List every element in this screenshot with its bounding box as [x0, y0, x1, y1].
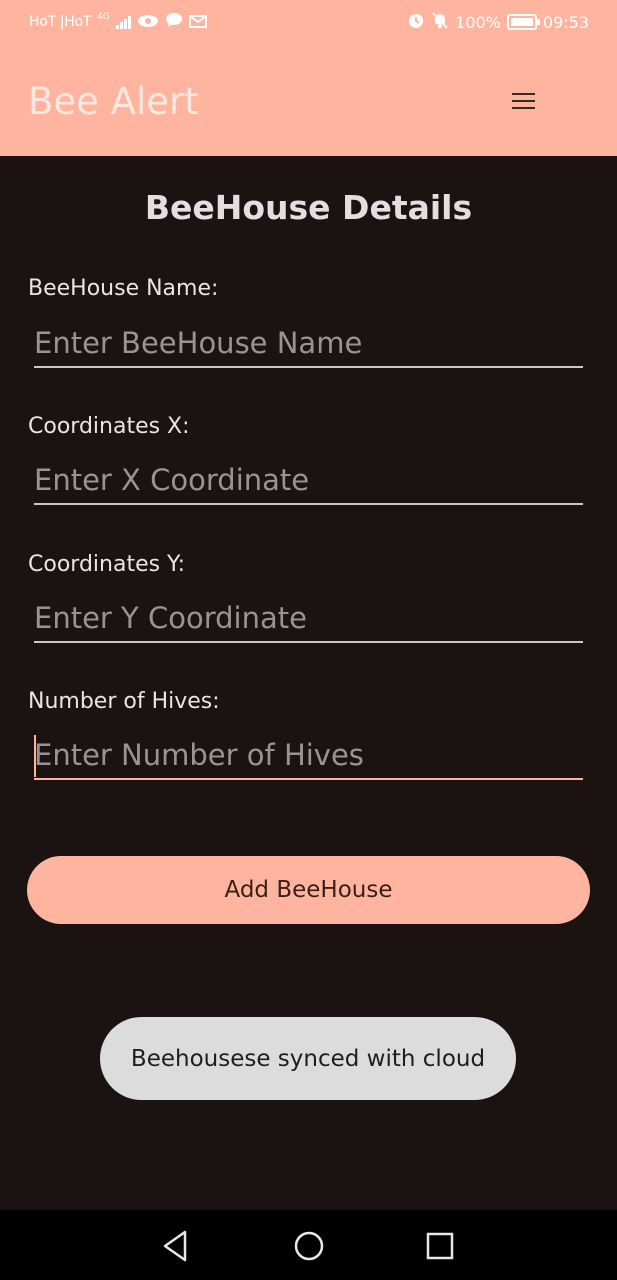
mail-icon: [188, 13, 207, 32]
chat-icon: [165, 12, 183, 32]
app-title: Bee Alert: [28, 80, 199, 123]
hamburger-menu-icon[interactable]: [500, 84, 546, 118]
signal-icon: [115, 15, 131, 29]
hives-count-label: Number of Hives:: [28, 689, 220, 714]
screen: HoT |HoT 4G 100% 09:53 Bee Alert BeeHous…: [0, 0, 617, 1280]
coordinate-y-label: Coordinates Y:: [28, 552, 185, 577]
beehouse-name-label: BeeHouse Name:: [28, 276, 219, 301]
back-icon[interactable]: [157, 1228, 197, 1264]
coordinate-x-label: Coordinates X:: [28, 414, 190, 439]
page-title: BeeHouse Details: [144, 188, 473, 227]
carrier-text: HoT |HoT: [29, 14, 92, 30]
app-header: HoT |HoT 4G 100% 09:53 Bee Alert: [0, 0, 617, 156]
text-cursor: [34, 735, 36, 777]
status-bar: HoT |HoT 4G 100% 09:53: [0, 0, 617, 46]
home-icon[interactable]: [289, 1228, 329, 1264]
battery-percent: 100%: [455, 12, 501, 32]
hives-count-input[interactable]: [34, 732, 583, 780]
system-nav-bar: [0, 1210, 617, 1280]
toast-text: Beehousese synced with cloud: [130, 1045, 486, 1072]
mute-icon: [431, 11, 449, 33]
add-beehouse-button[interactable]: Add BeeHouse: [27, 856, 590, 924]
status-left: HoT |HoT 4G: [29, 12, 207, 32]
status-right: 100% 09:53: [407, 11, 589, 33]
coordinate-y-input[interactable]: [34, 595, 583, 643]
clock: 09:53: [542, 12, 589, 32]
coordinate-x-input[interactable]: [34, 457, 583, 505]
recents-icon[interactable]: [420, 1228, 460, 1264]
beehouse-name-input[interactable]: [34, 320, 583, 368]
eye-icon: [137, 13, 159, 32]
network-type: 4G: [97, 12, 110, 22]
alarm-icon: [407, 11, 425, 33]
toast-message: Beehousese synced with cloud: [100, 1017, 516, 1100]
battery-icon: [506, 14, 540, 30]
